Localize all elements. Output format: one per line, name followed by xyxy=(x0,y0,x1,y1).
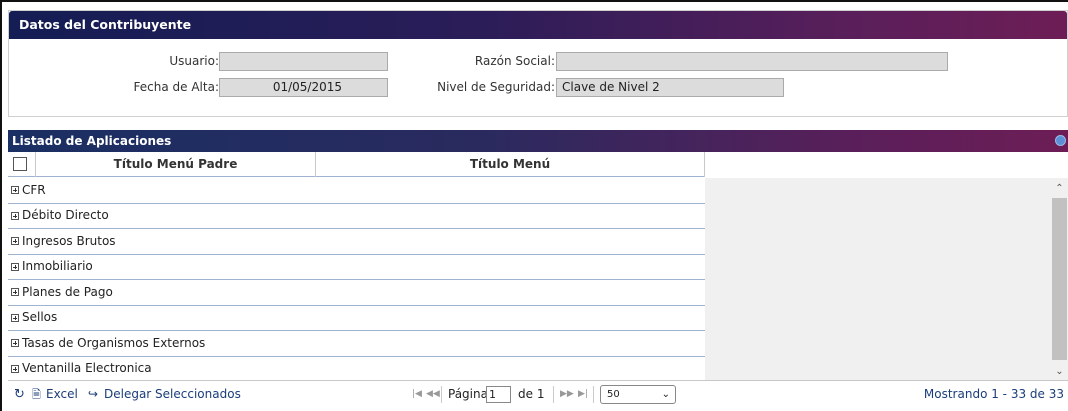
scroll-up-icon[interactable]: ⌃ xyxy=(1051,180,1068,197)
records-summary: Mostrando 1 - 33 de 33 xyxy=(923,387,1064,401)
page-number-input[interactable]: 1 xyxy=(486,386,511,403)
column-header-menu-padre[interactable]: Título Menú Padre xyxy=(36,152,316,177)
expand-icon[interactable] xyxy=(11,288,19,297)
chevron-down-icon: ⌄ xyxy=(661,389,670,400)
fecha-alta-label: Fecha de Alta: xyxy=(133,80,219,94)
collapse-icon[interactable] xyxy=(1055,135,1066,146)
group-label: Débito Directo xyxy=(22,208,109,223)
expand-icon[interactable] xyxy=(11,364,19,373)
usuario-label: Usuario: xyxy=(169,54,219,68)
razon-social-field[interactable] xyxy=(556,52,948,71)
select-all-cell xyxy=(8,152,36,177)
page-label: Página xyxy=(448,387,488,401)
last-page-icon[interactable]: ▶| xyxy=(578,381,588,408)
grid-header: Título Menú Padre Título Menú xyxy=(8,152,705,177)
aplicaciones-title-text: Listado de Aplicaciones xyxy=(12,134,172,148)
group-label: CFR xyxy=(22,182,46,197)
group-label: Inmobiliario xyxy=(22,259,93,274)
group-label: Sellos xyxy=(22,310,58,325)
group-row-tasas-organismos[interactable]: Tasas de Organismos Externos xyxy=(8,331,705,357)
pager-bar: ↻ 🗎 Excel ↪ Delegar Seleccionados |◀ ◀◀ … xyxy=(8,380,1068,407)
pager-separator xyxy=(441,386,442,403)
expand-icon[interactable] xyxy=(11,339,19,348)
expand-icon[interactable] xyxy=(11,262,19,271)
excel-button[interactable]: Excel xyxy=(46,381,78,408)
group-label: Ingresos Brutos xyxy=(22,233,116,248)
razon-social-label: Razón Social: xyxy=(474,54,555,68)
prev-page-icon[interactable]: ◀◀ xyxy=(426,381,440,408)
refresh-icon[interactable]: ↻ xyxy=(14,381,25,408)
aplicaciones-panel: Listado de Aplicaciones Título Menú Padr… xyxy=(8,130,1068,411)
group-row-ventanilla[interactable]: Ventanilla Electronica xyxy=(8,357,705,382)
page-count-label: de 1 xyxy=(518,387,545,401)
file-icon[interactable]: 🗎 xyxy=(32,381,41,408)
pager-separator xyxy=(593,386,594,403)
fecha-alta-field[interactable]: 01/05/2015 xyxy=(219,78,388,97)
page-size-select[interactable]: 50 ⌄ xyxy=(600,385,676,404)
group-row-inmobiliario[interactable]: Inmobiliario xyxy=(8,255,705,280)
expand-icon[interactable] xyxy=(11,211,19,220)
group-row-cfr[interactable]: CFR xyxy=(8,178,705,204)
usuario-field[interactable] xyxy=(219,52,388,71)
first-page-icon[interactable]: |◀ xyxy=(412,381,422,408)
column-header-menu[interactable]: Título Menú xyxy=(316,152,705,177)
expand-icon[interactable] xyxy=(11,313,19,322)
group-row-debito-directo[interactable]: Débito Directo xyxy=(8,204,705,229)
nivel-seguridad-label: Nivel de Seguridad: xyxy=(437,80,555,94)
expand-icon[interactable] xyxy=(11,186,19,195)
share-icon[interactable]: ↪ xyxy=(88,381,98,408)
select-all-checkbox[interactable] xyxy=(13,157,27,171)
expand-icon[interactable] xyxy=(11,237,19,246)
delegar-button[interactable]: Delegar Seleccionados xyxy=(104,381,241,408)
scroll-thumb[interactable] xyxy=(1052,198,1067,360)
contribuyente-panel: Datos del Contribuyente Usuario: Razón S… xyxy=(8,10,1068,117)
pager-separator xyxy=(553,386,554,403)
page-size-value: 50 xyxy=(607,389,620,400)
scroll-down-icon[interactable]: ⌄ xyxy=(1051,363,1068,380)
nivel-seguridad-field[interactable]: Clave de Nivel 2 xyxy=(556,78,784,97)
grid-empty-area: ⌃ ⌄ xyxy=(705,152,1068,380)
group-label: Tasas de Organismos Externos xyxy=(22,335,206,350)
grid-header-filler xyxy=(705,152,1068,178)
aplicaciones-panel-title: Listado de Aplicaciones xyxy=(8,130,1068,152)
vertical-scrollbar[interactable]: ⌃ ⌄ xyxy=(1051,178,1068,380)
next-page-icon[interactable]: ▶▶ xyxy=(560,381,574,408)
group-row-ingresos-brutos[interactable]: Ingresos Brutos xyxy=(8,229,705,255)
group-label: Planes de Pago xyxy=(22,284,113,299)
group-label: Ventanilla Electronica xyxy=(22,361,152,376)
group-row-sellos[interactable]: Sellos xyxy=(8,306,705,331)
group-row-planes-de-pago[interactable]: Planes de Pago xyxy=(8,280,705,306)
contribuyente-panel-title: Datos del Contribuyente xyxy=(9,11,1067,39)
group-rows: CFR Débito Directo Ingresos Brutos Inmob… xyxy=(8,178,705,382)
